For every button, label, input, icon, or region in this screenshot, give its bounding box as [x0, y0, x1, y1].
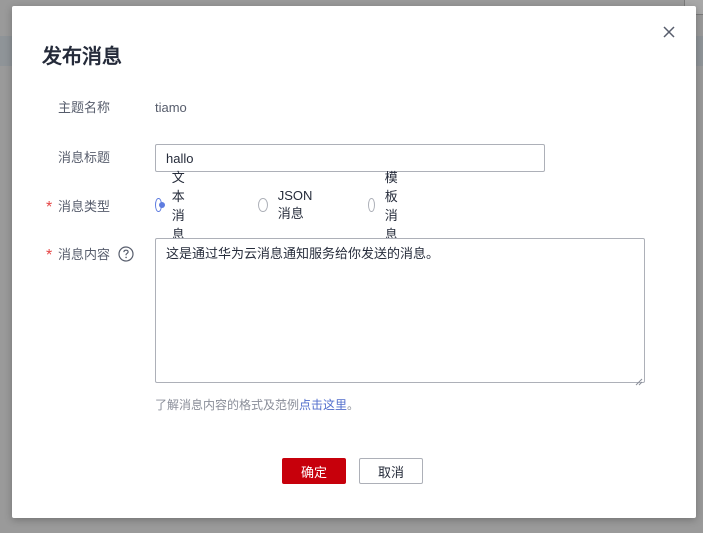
publish-message-dialog: 发布消息 主题名称 tiamo 消息标题 * 消息类型 文本消息 JSON消息 … [12, 6, 696, 518]
question-circle-icon[interactable] [118, 246, 134, 262]
close-button[interactable] [660, 23, 678, 41]
message-title-input[interactable] [155, 144, 545, 172]
cancel-button[interactable]: 取消 [359, 458, 423, 484]
required-marker-type: * [46, 199, 53, 216]
required-marker-content: * [46, 247, 53, 264]
radio-unchecked-icon [258, 198, 268, 212]
message-content-textarea[interactable]: 这是通过华为云消息通知服务给你发送的消息。 [155, 238, 645, 383]
topic-name-value: tiamo [155, 100, 187, 115]
topic-name-label: 主题名称 [58, 100, 111, 115]
radio-unchecked-icon [368, 198, 375, 212]
dialog-title: 发布消息 [42, 46, 122, 68]
message-content-label: 消息内容 [58, 247, 111, 262]
radio-template-message-label: 模板消息 [384, 170, 398, 242]
radio-text-message[interactable]: 文本消息 [155, 170, 192, 242]
radio-template-message[interactable]: 模板消息 [368, 170, 405, 242]
radio-text-message-label: 文本消息 [171, 170, 185, 242]
resize-grip-icon[interactable] [634, 377, 643, 386]
radio-checked-icon [155, 198, 165, 212]
content-format-hint: 了解消息内容的格式及范例点击这里。 [155, 396, 359, 414]
click-here-link[interactable]: 点击这里 [299, 398, 347, 412]
message-type-label: 消息类型 [58, 199, 111, 214]
message-title-label: 消息标题 [58, 150, 111, 165]
hint-suffix: 。 [347, 398, 360, 412]
close-icon [663, 26, 675, 38]
hint-text: 了解消息内容的格式及范例 [155, 398, 300, 412]
radio-json-message[interactable]: JSON消息 [258, 188, 317, 221]
radio-json-message-label: JSON消息 [277, 188, 313, 221]
confirm-button[interactable]: 确定 [282, 458, 346, 484]
